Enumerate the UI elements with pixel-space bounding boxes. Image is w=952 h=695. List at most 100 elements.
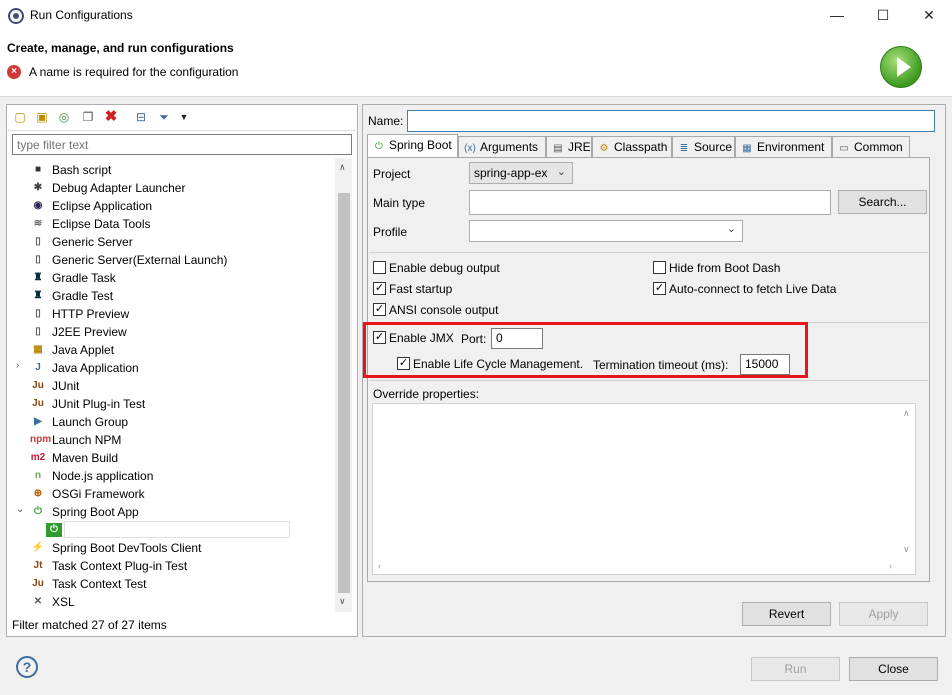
tree-item[interactable]: ✱ Debug Adapter Launcher	[30, 179, 330, 197]
tree-item-label: Gradle Task	[52, 271, 116, 285]
osgi-icon: ⊕	[33, 488, 43, 499]
scroll-up-icon[interactable]: ∧	[339, 162, 346, 173]
search-button[interactable]: Search...	[838, 190, 927, 214]
collapse-chevron-icon[interactable]: ⌄	[16, 504, 24, 515]
tree-item[interactable]: n Node.js application	[30, 467, 330, 485]
tree-item[interactable]: ⊕ OSGi Framework	[30, 485, 330, 503]
tree-item[interactable]: ▯ J2EE Preview	[30, 323, 330, 341]
tree-item[interactable]: ✕ XSL	[30, 593, 330, 611]
tree-item[interactable]: ▦ Java Applet	[30, 341, 330, 359]
tab-environment[interactable]: ▦ Environment	[735, 136, 832, 157]
auto-connect-checkbox[interactable]: ✓	[653, 282, 666, 295]
tree-item-label: HTTP Preview	[52, 307, 130, 321]
minimize-button[interactable]: —	[814, 0, 860, 31]
filter-status: Filter matched 27 of 27 items	[12, 618, 167, 632]
profile-label: Profile	[373, 225, 408, 239]
maven-icon: m2	[30, 452, 46, 463]
tree-item-label: Eclipse Data Tools	[52, 217, 151, 231]
tree-item[interactable]: ♜ Gradle Test	[30, 287, 330, 305]
close-window-button[interactable]: ✕	[906, 0, 952, 31]
run-banner-icon	[880, 46, 922, 88]
override-properties-textarea[interactable]	[372, 403, 916, 575]
classpath-icon: ⚙	[599, 143, 609, 154]
scroll-right-icon[interactable]: ›	[889, 561, 892, 571]
tree-item[interactable]: ▶ Launch Group	[30, 413, 330, 431]
tree-item-label: Spring Boot App	[52, 505, 139, 519]
xsl-icon: ✕	[33, 596, 43, 607]
tree-item[interactable]: ▯ Generic Server(External Launch)	[30, 251, 330, 269]
java-app-icon: J	[35, 362, 41, 373]
jmx-highlight-box	[363, 322, 808, 378]
tree-item-label: Gradle Test	[52, 289, 114, 303]
expand-chevron-icon[interactable]: ›	[16, 360, 19, 371]
tree-item[interactable]: ⏻ Spring Boot App	[30, 503, 330, 521]
scroll-down-icon[interactable]: ∨	[903, 544, 915, 556]
tab-spring-boot[interactable]: ⏻ Spring Boot	[367, 134, 458, 158]
new-prototype-icon[interactable]: ▣	[34, 109, 50, 125]
tree-item[interactable]: m2 Maven Build	[30, 449, 330, 467]
task-test-icon: Ju	[32, 578, 44, 589]
debug-output-label: Enable debug output	[389, 261, 500, 275]
server-icon: ▯	[35, 254, 41, 265]
spring-boot-icon: ⏻	[34, 506, 42, 517]
help-icon[interactable]: ?	[16, 656, 38, 678]
window-title: Run Configurations	[30, 8, 133, 22]
ansi-output-checkbox[interactable]: ✓	[373, 303, 386, 316]
debug-output-checkbox[interactable]	[373, 261, 386, 274]
tree-item[interactable]: ◉ Eclipse Application	[30, 197, 330, 215]
environment-icon: ▦	[742, 143, 752, 154]
tree-item-label: Launch NPM	[52, 433, 122, 447]
tree-item[interactable]: Ju Task Context Test	[30, 575, 330, 593]
ansi-output-label: ANSI console output	[389, 303, 499, 317]
profile-select[interactable]: ⌄	[469, 220, 743, 242]
fast-startup-label: Fast startup	[389, 282, 453, 296]
tree-item-label: J2EE Preview	[52, 325, 127, 339]
tree-item[interactable]: ▯ HTTP Preview	[30, 305, 330, 323]
tab-source[interactable]: ≣ Source	[672, 136, 735, 157]
duplicate-icon[interactable]: ❐	[80, 109, 96, 125]
tree-item[interactable]: Ju JUnit	[30, 377, 330, 395]
scroll-down-icon[interactable]: ∨	[339, 596, 346, 607]
hide-boot-dash-checkbox[interactable]	[653, 261, 666, 274]
tab-common[interactable]: ▭ Common	[832, 136, 910, 157]
tree-item[interactable]: ⏻	[46, 521, 346, 539]
revert-button[interactable]: Revert	[742, 602, 831, 626]
database-icon: ≋	[33, 218, 43, 229]
maximize-button[interactable]: ☐	[860, 0, 906, 31]
tree-scrollbar-thumb[interactable]	[338, 193, 350, 593]
name-input[interactable]	[407, 110, 935, 132]
filter-icon[interactable]: ⏷	[156, 109, 172, 125]
tree-item-label: Java Application	[52, 361, 139, 375]
spring-boot-icon: ⏻	[46, 523, 62, 537]
tree-item[interactable]: ▯ Generic Server	[30, 233, 330, 251]
tree-item[interactable]: ≋ Eclipse Data Tools	[30, 215, 330, 233]
scroll-left-icon[interactable]: ‹	[378, 561, 381, 571]
scroll-up-icon[interactable]: ∧	[903, 408, 915, 563]
close-button[interactable]: Close	[849, 657, 938, 681]
tab-arguments[interactable]: (x) Arguments	[458, 136, 546, 157]
collapse-all-icon[interactable]: ⊟	[133, 109, 149, 125]
run-button[interactable]: Run	[751, 657, 840, 681]
tree-item[interactable]: ■ Bash script	[30, 161, 330, 179]
filter-input[interactable]	[12, 134, 352, 155]
tree-item[interactable]: Jt Task Context Plug-in Test	[30, 557, 330, 575]
npm-icon: npm	[30, 434, 52, 445]
project-select[interactable]: spring-app-ex ⌄	[469, 162, 573, 184]
tree-item[interactable]: ♜ Gradle Task	[30, 269, 330, 287]
tree-item-label: Maven Build	[52, 451, 119, 465]
tab-classpath[interactable]: ⚙ Classpath	[592, 136, 672, 157]
tree-item[interactable]: J Java Application	[30, 359, 330, 377]
apply-button[interactable]: Apply	[839, 602, 928, 626]
delete-icon[interactable]: ✖	[103, 109, 119, 125]
new-configuration-icon[interactable]: ▢	[12, 109, 28, 125]
tab-jre[interactable]: ▤ JRE	[546, 136, 592, 157]
jre-icon: ▤	[553, 143, 563, 154]
tree-item[interactable]: npm Launch NPM	[30, 431, 330, 449]
view-menu-chevron-icon[interactable]: ▼	[176, 109, 192, 125]
tree-item[interactable]: Ju JUnit Plug-in Test	[30, 395, 330, 413]
fast-startup-checkbox[interactable]: ✓	[373, 282, 386, 295]
export-icon[interactable]: ◎	[56, 109, 72, 125]
tree-item[interactable]: ⚡ Spring Boot DevTools Client	[30, 539, 330, 557]
selected-configuration-row[interactable]	[64, 521, 290, 538]
main-type-input[interactable]	[469, 190, 831, 215]
